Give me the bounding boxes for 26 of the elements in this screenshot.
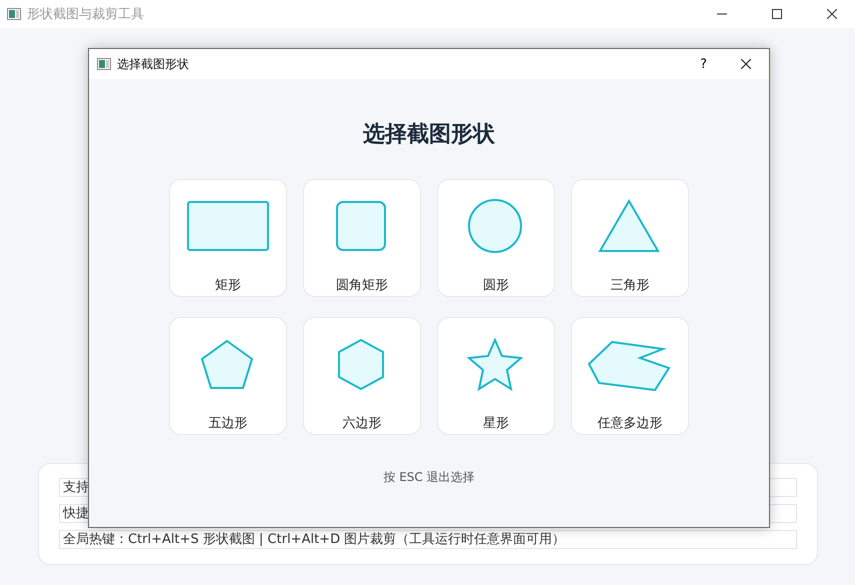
hint-text: 按 ESC 退出选择 [383,469,475,486]
star-shape-icon [466,338,524,392]
pentagon-shape-icon [200,340,254,389]
shape-option[interactable]: 矩形 [169,179,287,297]
roundrect-shape-icon [336,201,386,251]
shape-option[interactable]: 任意多边形 [571,317,689,435]
close-icon[interactable] [827,9,837,19]
close-icon[interactable] [741,59,751,69]
polygon-shape-icon [588,340,671,392]
circle-shape-icon [468,199,522,253]
shape-option[interactable]: 六边形 [303,317,421,435]
shape-option[interactable]: 圆角矩形 [303,179,421,297]
app-icon [7,8,21,20]
shape-option[interactable]: 五边形 [169,317,287,435]
shape-option[interactable]: 三角形 [571,179,689,297]
rect-shape-icon [187,201,269,251]
hexagon-shape-icon [338,338,384,390]
help-button[interactable]: ? [696,56,711,72]
dialog-title: 选择截图形状 [117,56,189,72]
window-title: 形状截图与裁剪工具 [27,6,144,23]
app-icon [97,58,111,70]
triangle-shape-icon [598,199,660,252]
dialog-heading: 选择截图形状 [363,121,495,149]
shape-option[interactable]: 圆形 [437,179,555,297]
shape-option[interactable]: 星形 [437,317,555,435]
maximize-icon[interactable] [772,9,782,19]
